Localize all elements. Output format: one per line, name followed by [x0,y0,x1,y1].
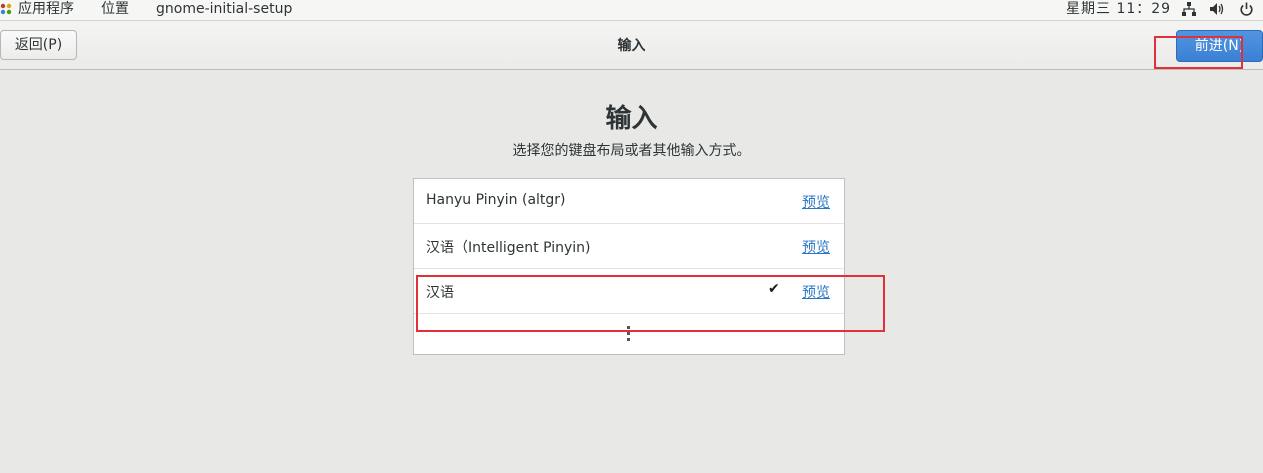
header-bar: 返回(P) 输入 前进(N) [0,21,1263,70]
input-source-list: Hanyu Pinyin (altgr) 预览 汉语（Intelligent P… [413,178,845,355]
more-vertical-icon[interactable] [627,326,631,342]
preview-link[interactable]: 预览 [802,192,830,212]
apps-icon[interactable] [0,3,12,15]
checkmark-icon: ✔ [768,281,780,297]
power-icon[interactable] [1239,2,1254,17]
header-title: 输入 [617,38,646,54]
input-label: Hanyu Pinyin (altgr) [426,192,566,208]
page-subtitle: 选择您的键盘布局或者其他输入方式。 [512,143,751,159]
input-label: 汉语 [426,285,454,301]
app-menu[interactable]: gnome-initial-setup [156,0,292,19]
input-row-chinese[interactable]: 汉语 ✔ 预览 [414,269,844,314]
page-title: 输入 [605,104,658,134]
applications-menu[interactable]: 应用程序 [18,0,74,19]
input-row-hanyu-pinyin[interactable]: Hanyu Pinyin (altgr) 预览 [414,179,844,224]
top-panel: 应用程序 位置 gnome-initial-setup 星期三 11：29 [0,0,1263,21]
places-menu[interactable]: 位置 [101,0,129,19]
clock[interactable]: 星期三 11：29 [1066,0,1171,19]
input-label: 汉语（Intelligent Pinyin) [426,240,591,256]
preview-link[interactable]: 预览 [802,237,830,257]
volume-icon[interactable] [1209,2,1225,16]
input-row-intelligent-pinyin[interactable]: 汉语（Intelligent Pinyin) 预览 [414,224,844,269]
preview-link[interactable]: 预览 [802,282,830,302]
next-button[interactable]: 前进(N) [1176,30,1263,62]
network-icon[interactable] [1182,2,1196,16]
